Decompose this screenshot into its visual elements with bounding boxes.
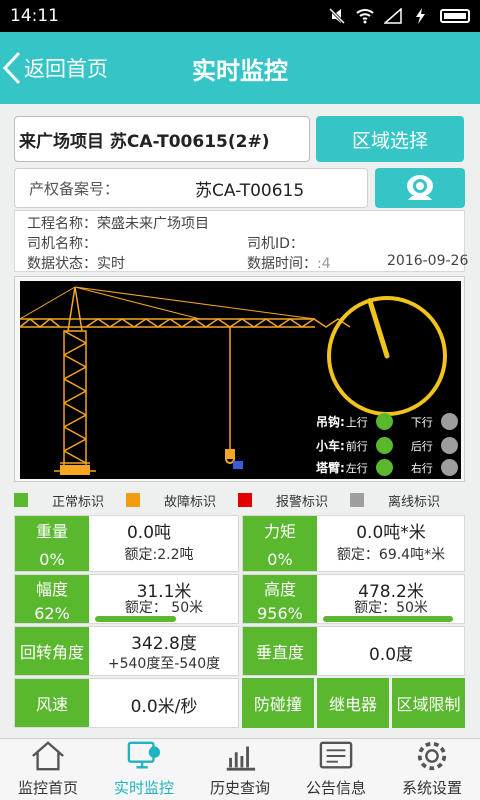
dial-needle xyxy=(367,298,390,359)
torque-tile: 力矩 0% 0.0吨*米 额定：69.4吨*米 xyxy=(242,515,465,572)
weight-name: 重量 xyxy=(35,522,68,541)
anti-collision-button[interactable]: 防碰撞 xyxy=(242,678,314,728)
driver-name-label: 司机名称： xyxy=(27,236,97,252)
data-state-label: 数据状态： xyxy=(27,256,97,272)
webcam-icon xyxy=(407,175,433,200)
weight-value: 0.0吨 xyxy=(126,523,172,543)
height-rated: 额定：50米 xyxy=(354,600,428,616)
boom-right-indicator xyxy=(440,459,458,476)
title-bar: 返回首页 实时监控 xyxy=(0,32,480,104)
height-tile: 高度 956% 478.2米 额定：50米 xyxy=(242,574,465,624)
monitor-icon xyxy=(127,741,161,769)
record-number-field: 产权备案号： 苏CA-T00615 xyxy=(14,168,368,208)
vertical-tile: 垂直度 0.0度 xyxy=(242,626,465,676)
status-time: 14:11 xyxy=(10,6,59,26)
notice-icon xyxy=(319,741,353,769)
legend-fault: 故障标识 xyxy=(126,491,238,510)
torque-value: 0.0吨*米 xyxy=(356,523,426,543)
wind-tile: 风速 0.0米/秒 xyxy=(14,678,239,728)
amplitude-pct: 62% xyxy=(34,603,70,623)
project-value: 荣盛未来广场项目 xyxy=(97,216,209,232)
torque-rated: 额定：69.4吨*米 xyxy=(336,547,446,563)
nav-notice[interactable]: 公告信息 xyxy=(288,739,384,800)
bottom-nav: 监控首页 实时监控 历史查询 公告信息 系统设置 xyxy=(0,738,480,800)
record-label: 产权备案号： xyxy=(29,179,120,198)
rotation-name: 回转角度 xyxy=(15,627,89,675)
app-root: 14:11 返回首页 实时监控 来广场项目 苏CA-T00615(2#) 区域选… xyxy=(0,0,480,800)
boom-direction-row: 塔臂: 左行 右行 xyxy=(316,459,458,476)
crane-visual-panel: 吊钩: 上行 下行 小车: 前行 后行 塔臂: 左行 右行 xyxy=(14,276,465,482)
nav-home[interactable]: 监控首页 xyxy=(0,739,96,800)
status-legend: 正常标识 故障标识 报警标识 离线标识 xyxy=(14,490,465,510)
weight-rated: 额定:2.2吨 xyxy=(124,547,194,563)
nav-settings[interactable]: 系统设置 xyxy=(384,739,480,800)
amplitude-tile: 幅度 62% 31.1米 额定： 50米 xyxy=(14,574,239,624)
charging-icon xyxy=(416,8,425,24)
project-name: 来广场项目 苏CA-T00615(2#) xyxy=(19,131,270,152)
vertical-name: 垂直度 xyxy=(243,627,317,675)
region-select-button[interactable]: 区域选择 xyxy=(316,116,464,162)
rotation-value: 342.8度 xyxy=(131,634,197,654)
trolley-back-indicator xyxy=(440,437,458,454)
mute-icon xyxy=(328,8,346,24)
wind-name: 风速 xyxy=(15,679,89,727)
home-icon xyxy=(32,741,64,771)
hook-down-indicator xyxy=(440,413,458,430)
chart-icon xyxy=(226,746,256,771)
relay-button[interactable]: 继电器 xyxy=(317,678,389,728)
height-progress-bar xyxy=(323,616,453,622)
hook-direction-row: 吊钩: 上行 下行 xyxy=(316,413,458,430)
legend-offline: 离线标识 xyxy=(350,491,462,510)
signal-icon xyxy=(384,8,402,24)
project-label: 工程名称： xyxy=(27,216,97,232)
back-label: 返回首页 xyxy=(24,57,108,81)
boom-left-indicator xyxy=(375,459,393,476)
trolley-forward-indicator xyxy=(375,437,393,454)
data-time-prefix: :4 xyxy=(317,256,331,272)
legend-normal: 正常标识 xyxy=(14,491,126,510)
wifi-icon xyxy=(356,9,374,24)
vertical-value: 0.0度 xyxy=(368,645,414,665)
nav-history[interactable]: 历史查询 xyxy=(192,739,288,800)
crane-display: 吊钩: 上行 下行 小车: 前行 后行 塔臂: 左行 右行 xyxy=(20,281,461,479)
torque-pct: 0% xyxy=(267,550,293,569)
gear-icon xyxy=(417,741,447,771)
record-value: 苏CA-T00615 xyxy=(195,180,305,201)
amplitude-rated: 额定： 50米 xyxy=(124,600,204,616)
weight-pct: 0% xyxy=(39,550,65,569)
rotation-tile: 回转角度 342.8度 +540度至-540度 xyxy=(14,626,239,676)
area-limit-button[interactable]: 区域限制 xyxy=(392,678,465,728)
data-time-label: 数据时间： xyxy=(247,256,317,272)
status-bar: 14:11 xyxy=(0,0,480,32)
battery-icon xyxy=(440,9,470,23)
hook-up-indicator xyxy=(375,413,393,430)
back-button[interactable]: 返回首页 xyxy=(0,32,108,104)
data-state-value: 实时 xyxy=(97,256,125,272)
data-time-value: 2016-09-26 xyxy=(387,253,469,269)
legend-alarm: 报警标识 xyxy=(238,491,350,510)
camera-button[interactable] xyxy=(375,168,465,208)
crane-info-panel: 工程名称：荣盛未来广场项目 司机名称： 司机ID： 数据状态：实时 数据时间：:… xyxy=(14,210,469,272)
weight-tile: 重量 0% 0.0吨 额定:2.2吨 xyxy=(14,515,239,572)
height-name: 高度 xyxy=(263,579,296,599)
rotation-range: +540度至-540度 xyxy=(107,656,221,672)
amplitude-progress-bar xyxy=(95,616,176,622)
nav-realtime[interactable]: 实时监控 xyxy=(96,739,192,800)
trolley-direction-row: 小车: 前行 后行 xyxy=(316,437,458,454)
amplitude-name: 幅度 xyxy=(35,579,68,599)
wind-value: 0.0米/秒 xyxy=(130,697,198,717)
height-pct: 956% xyxy=(257,603,303,623)
project-selector[interactable]: 来广场项目 苏CA-T00615(2#) xyxy=(14,116,310,162)
chevron-left-icon xyxy=(2,51,21,85)
torque-name: 力矩 xyxy=(263,522,296,541)
driver-id-label: 司机ID： xyxy=(247,236,304,252)
